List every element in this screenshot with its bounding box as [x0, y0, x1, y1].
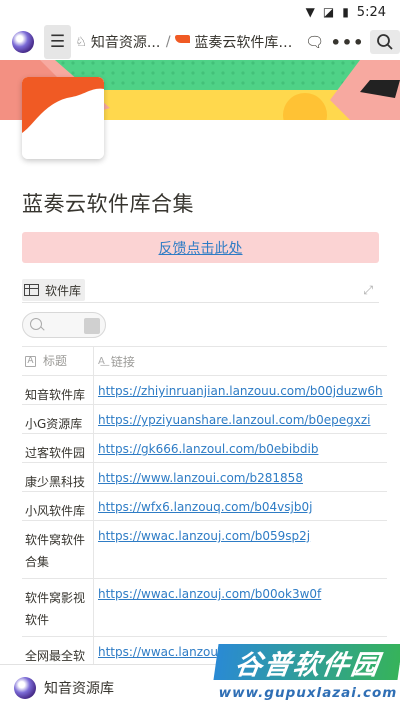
page-emoji-icon: ♘ [75, 34, 87, 50]
divider [22, 302, 379, 303]
page-title: 蓝奏云软件库合集 [22, 192, 194, 216]
row-link[interactable]: https://wfx6.lanzouq.com/b04vsjb0j [98, 500, 312, 514]
expand-icon[interactable]: ⤢ [363, 283, 373, 298]
breadcrumb-page[interactable]: 蓝奏云软件库合... [194, 32, 296, 52]
row-title[interactable]: 软件窝影视软件 [22, 579, 94, 636]
row-title[interactable]: 软件窝软件合集 [22, 521, 94, 578]
row-title[interactable]: 康少黑科技 [22, 463, 94, 491]
url-property-icon: A͟ [98, 355, 105, 367]
database-view-label: 软件库 [45, 283, 82, 298]
workspace-name: 知音资源库 [44, 681, 114, 697]
table-row[interactable]: 小G资源库 https://ypziyuanshare.lanzoul.com/… [22, 405, 387, 434]
row-title[interactable]: 小风软件库 [22, 492, 94, 520]
more-dots-icon: ••• [330, 32, 365, 52]
breadcrumb-separator: / [165, 34, 171, 50]
row-link[interactable]: https://gk666.lanzoul.com/b0ebibdib [98, 442, 318, 456]
table-row[interactable]: 康少黑科技 https://www.lanzoui.com/b281858 [22, 463, 387, 492]
workspace-avatar[interactable] [12, 31, 34, 53]
site-watermark: 谷普软件园 www.gupuxlazai.com [213, 644, 400, 704]
table-header-row: A 标题 A͟ 链接 [22, 347, 387, 376]
comments-button[interactable]: 🗨 [303, 29, 327, 55]
table-row[interactable]: 小风软件库 https://wfx6.lanzouq.com/b04vsjb0j [22, 492, 387, 521]
breadcrumb-workspace[interactable]: 知音资源... [91, 32, 162, 52]
database-search-input[interactable] [22, 312, 106, 338]
column-header-title[interactable]: A 标题 [22, 347, 94, 375]
row-title[interactable]: 小G资源库 [22, 405, 94, 433]
more-options-button[interactable]: ••• [331, 29, 364, 55]
filter-toggle[interactable] [84, 318, 100, 334]
feedback-callout: 反馈点击此处 [22, 232, 379, 263]
workspace-avatar [14, 677, 36, 699]
page-icon[interactable] [22, 77, 104, 159]
clock: 5:24 [356, 4, 386, 20]
top-nav-bar: ☰ ♘ 知音资源... / 蓝奏云软件库合... 🗨 ••• [0, 24, 400, 60]
table-icon [24, 284, 39, 296]
text-property-icon: A [25, 355, 36, 367]
battery-icon: ▮ [342, 5, 349, 19]
watermark-url: www.gupuxlazai.com [218, 685, 398, 701]
table-row[interactable]: 软件窝软件合集 https://wwac.lanzouj.com/b059sp2… [22, 521, 387, 579]
search-icon [30, 318, 42, 330]
table-row[interactable]: 过客软件园 https://gk666.lanzoul.com/b0ebibdi… [22, 434, 387, 463]
no-sim-icon: ◪ [322, 5, 335, 19]
column-header-link[interactable]: A͟ 链接 [94, 347, 387, 375]
table-row[interactable]: 知音软件库 https://zhiyinruanjian.lanzouu.com… [22, 376, 387, 405]
page-thumbnail-icon [174, 35, 191, 49]
sidebar-menu-button[interactable]: ☰ [43, 25, 72, 59]
search-icon [377, 34, 393, 50]
row-link[interactable]: https://wwac.lanzouj.com/b00ok3w0f [98, 587, 321, 601]
feedback-link[interactable]: 反馈点击此处 [159, 238, 243, 258]
row-title[interactable]: 过客软件园 [22, 434, 94, 462]
database-view-tab[interactable]: 软件库 [22, 279, 86, 301]
row-link[interactable]: https://www.lanzoui.com/b281858 [98, 471, 303, 485]
row-title[interactable]: 知音软件库 [22, 376, 94, 404]
table-row[interactable]: 软件窝影视软件 https://wwac.lanzouj.com/b00ok3w… [22, 579, 387, 637]
comment-icon: 🗨 [305, 33, 325, 51]
hamburger-icon: ☰ [49, 32, 66, 52]
status-bar: ▼ ◪ ▮ 5:24 [0, 0, 400, 24]
row-link[interactable]: https://wwac.lanzouj.com/b059sp2j [98, 529, 310, 543]
wifi-icon: ▼ [305, 5, 315, 19]
database-header: 软件库 ⤢ [22, 277, 379, 303]
row-link[interactable]: https://ypziyuanshare.lanzoul.com/b0epeg… [98, 413, 370, 427]
row-link[interactable]: https://zhiyinruanjian.lanzouu.com/b00jd… [98, 384, 383, 398]
watermark-logo: 谷普软件园 [213, 644, 400, 681]
search-button[interactable] [370, 30, 400, 54]
